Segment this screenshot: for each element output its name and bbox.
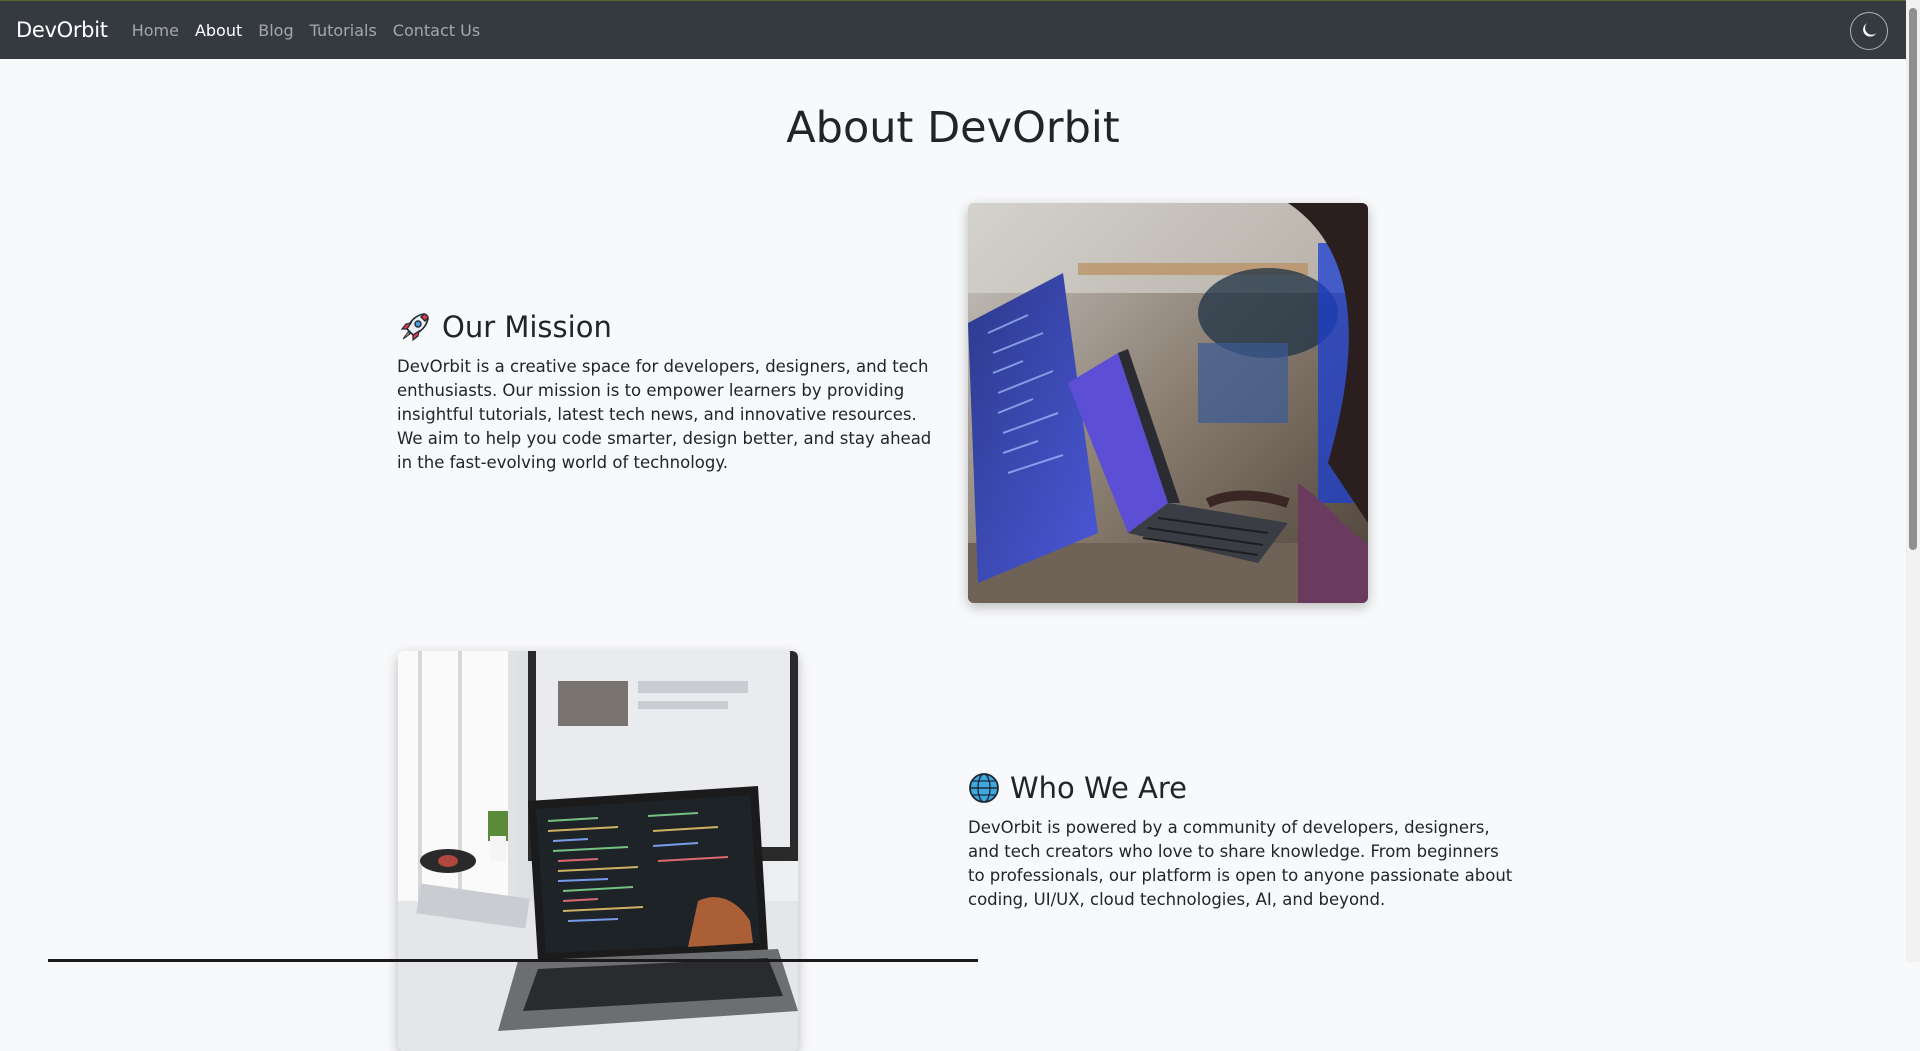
people-coding-on-laptops-photo: [968, 203, 1368, 603]
section-heading-mission-text: Our Mission: [442, 310, 612, 344]
section-heading-who-we-are: Who We Are: [968, 771, 1187, 805]
section-heading-who-we-are-text: Who We Are: [1010, 771, 1188, 805]
scrollbar-thumb[interactable]: [1909, 8, 1917, 550]
rocket-icon: [398, 310, 432, 344]
page-title: About DevOrbit: [786, 103, 1120, 153]
nav-link-home[interactable]: Home: [132, 21, 179, 40]
nav-links: Home About Blog Tutorials Contact Us: [132, 21, 480, 40]
nav-link-about[interactable]: About: [195, 21, 242, 40]
nav-link-tutorials[interactable]: Tutorials: [310, 21, 377, 40]
moon-icon: [1863, 23, 1877, 37]
brand-logo[interactable]: DevOrbit: [16, 18, 108, 42]
page-scrollbar[interactable]: [1906, 0, 1920, 962]
section-text-mission: DevOrbit is a creative space for develop…: [397, 357, 932, 472]
mission-photo: [968, 203, 1368, 603]
section-text-who-we-are: DevOrbit is powered by a community of de…: [968, 818, 1513, 909]
section-heading-mission: Our Mission: [398, 310, 612, 344]
theme-toggle-button[interactable]: [1850, 12, 1888, 50]
laptop-with-code-on-desk-photo: [398, 651, 798, 1051]
who-we-are-photo: [398, 651, 798, 1051]
nav-link-blog[interactable]: Blog: [258, 21, 293, 40]
globe-icon: [969, 773, 999, 803]
navbar: DevOrbit Home About Blog Tutorials Conta…: [0, 0, 1906, 59]
nav-link-contact[interactable]: Contact Us: [393, 21, 480, 40]
